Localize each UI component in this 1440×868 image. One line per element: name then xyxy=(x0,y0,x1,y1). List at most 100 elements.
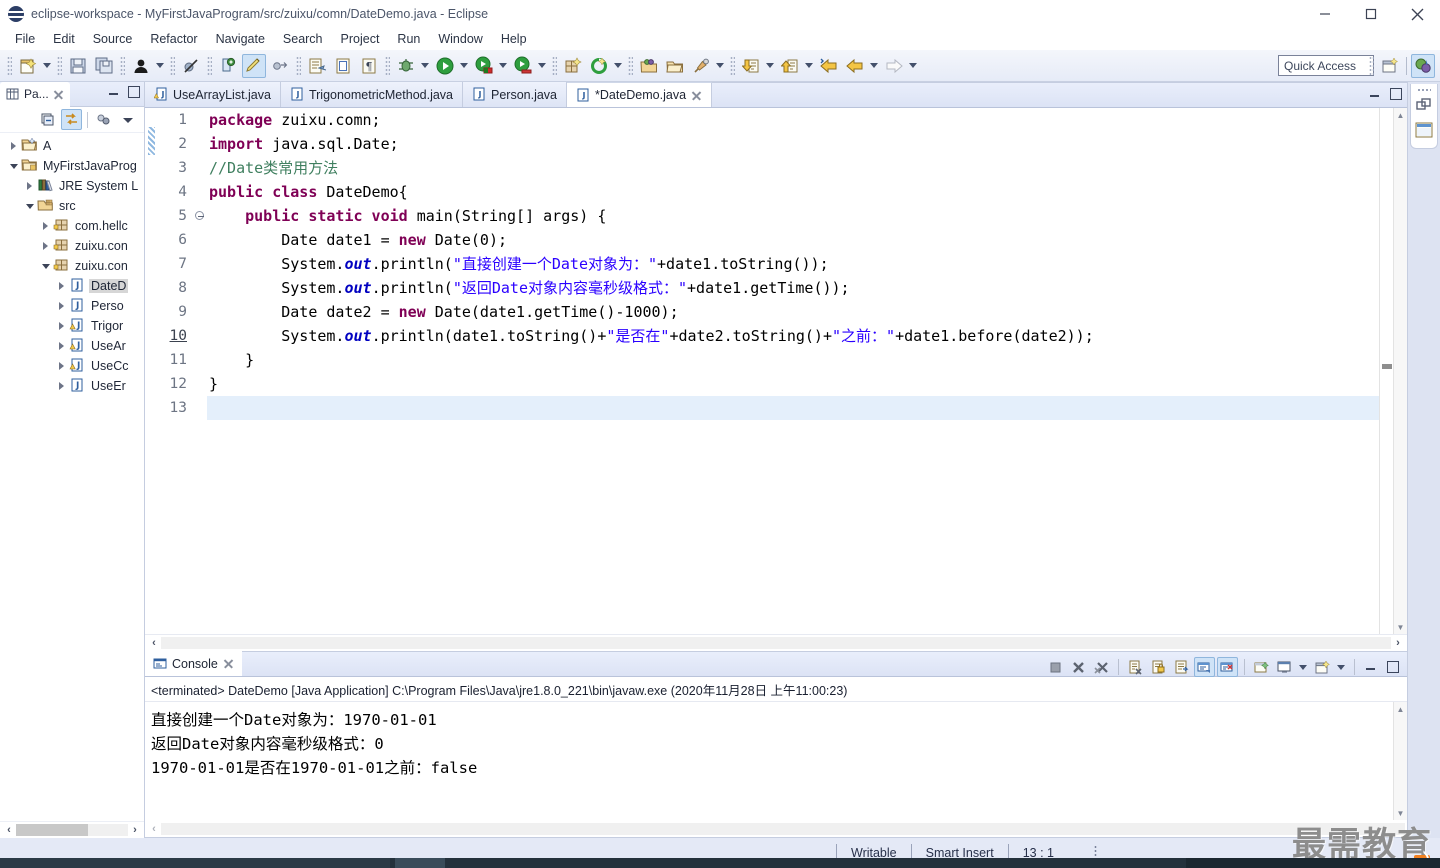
menu-window[interactable]: Window xyxy=(429,30,491,48)
new-package-icon[interactable] xyxy=(561,54,585,78)
tree-item-zuixu-con-2[interactable]: zuixu.con xyxy=(0,256,144,276)
tree-item-myfirstjavaprogram[interactable]: MyFirstJavaProg xyxy=(0,156,144,176)
scroll-track[interactable] xyxy=(161,822,1405,835)
chevron-right-icon[interactable] xyxy=(54,322,69,330)
pin-dropdown[interactable] xyxy=(714,54,726,78)
scroll-up-icon[interactable]: ▲ xyxy=(1394,702,1407,716)
display-console-dropdown[interactable] xyxy=(1297,655,1309,679)
minimize-button[interactable] xyxy=(1302,0,1348,28)
maximize-icon[interactable] xyxy=(128,86,140,98)
remove-launch-icon[interactable] xyxy=(1068,657,1089,677)
close-button[interactable] xyxy=(1394,0,1440,28)
chevron-right-icon[interactable] xyxy=(54,282,69,290)
pin-console-icon[interactable] xyxy=(1251,657,1272,677)
new-wizard-dropdown[interactable] xyxy=(41,54,53,78)
menu-search[interactable]: Search xyxy=(274,30,332,48)
close-icon[interactable] xyxy=(53,89,64,100)
save-all-icon[interactable] xyxy=(92,54,116,78)
new-class-icon[interactable] xyxy=(216,54,240,78)
chevron-right-icon[interactable] xyxy=(54,342,69,350)
close-icon[interactable] xyxy=(691,90,702,101)
minimize-icon[interactable] xyxy=(1365,661,1377,673)
console-vertical-scrollbar[interactable]: ▲ ▼ xyxy=(1393,702,1407,820)
forward-icon[interactable] xyxy=(882,54,906,78)
tree-item-jre-system-library[interactable]: JRE System L xyxy=(0,176,144,196)
scroll-up-icon[interactable]: ▲ xyxy=(1394,108,1407,122)
menu-refactor[interactable]: Refactor xyxy=(141,30,206,48)
console-output-area[interactable]: 直接创建一个Date对象为：1970-01-01 返回Date对象内容毫秒级格式：… xyxy=(145,702,1407,820)
chevron-right-icon[interactable] xyxy=(22,182,37,190)
folding-gutter[interactable] xyxy=(193,108,207,634)
scroll-right-icon[interactable]: › xyxy=(1391,637,1405,649)
tree-item-src[interactable]: src xyxy=(0,196,144,216)
view-menu-packages-icon[interactable] xyxy=(93,109,114,130)
next-annotation-icon[interactable] xyxy=(739,54,763,78)
coverage-icon[interactable] xyxy=(511,54,535,78)
remove-all-launches-icon[interactable] xyxy=(1091,657,1112,677)
link-icon[interactable] xyxy=(268,54,292,78)
tree-item-usecollection[interactable]: J UseCc xyxy=(0,356,144,376)
new-wizard-icon[interactable] xyxy=(16,54,40,78)
previous-annotation-icon[interactable] xyxy=(778,54,802,78)
previous-annotation-dropdown[interactable] xyxy=(803,54,815,78)
tree-item-person[interactable]: J Perso xyxy=(0,296,144,316)
editor-tab-trigonometricmethod[interactable]: J TrigonometricMethod.java xyxy=(280,82,463,107)
show-console-on-error-icon[interactable] xyxy=(1217,657,1238,677)
open-perspective-icon[interactable] xyxy=(1378,54,1402,78)
overview-ruler[interactable] xyxy=(1379,108,1393,634)
maximize-icon[interactable] xyxy=(1390,88,1402,100)
menu-edit[interactable]: Edit xyxy=(44,30,84,48)
back-history-icon[interactable] xyxy=(843,54,867,78)
debug-icon[interactable] xyxy=(394,54,418,78)
maximize-button[interactable] xyxy=(1348,0,1394,28)
tree-item-useenum[interactable]: J UseEr xyxy=(0,376,144,396)
run-last-icon[interactable] xyxy=(472,54,496,78)
refresh-icon[interactable] xyxy=(587,54,611,78)
user-dropdown[interactable] xyxy=(154,54,166,78)
editor-tab-person[interactable]: J Person.java xyxy=(463,82,568,107)
editor-tab-usearraylist[interactable]: J UseArrayList.java xyxy=(145,82,281,107)
back-history-dropdown[interactable] xyxy=(868,54,880,78)
menu-project[interactable]: Project xyxy=(332,30,389,48)
save-icon[interactable] xyxy=(66,54,90,78)
chevron-down-icon[interactable] xyxy=(38,263,53,269)
editor-vertical-scrollbar[interactable]: ▲ ▼ xyxy=(1393,108,1407,634)
paragraph-icon[interactable]: ¶ xyxy=(357,54,381,78)
tab-package-explorer[interactable]: Pa... xyxy=(0,81,70,107)
quick-access-input[interactable]: Quick Access xyxy=(1278,55,1374,76)
skip-breakpoints-icon[interactable] xyxy=(179,54,203,78)
menu-file[interactable]: File xyxy=(6,30,44,48)
refresh-dropdown[interactable] xyxy=(612,54,624,78)
marker-gutter[interactable] xyxy=(145,108,161,634)
tree-item-trigonometricmethod[interactable]: J Trigor xyxy=(0,316,144,336)
tree-item-zuixu-con-1[interactable]: zuixu.con xyxy=(0,236,144,256)
scroll-thumb[interactable] xyxy=(16,824,88,836)
explorer-horizontal-scrollbar[interactable]: ‹ › xyxy=(0,821,144,838)
close-icon[interactable] xyxy=(223,658,234,669)
scroll-left-icon[interactable]: ‹ xyxy=(2,824,16,836)
coverage-dropdown[interactable] xyxy=(536,54,548,78)
pin-icon[interactable] xyxy=(689,54,713,78)
run-last-dropdown[interactable] xyxy=(497,54,509,78)
display-selected-console-icon[interactable] xyxy=(1274,657,1295,677)
open-folder-icon[interactable] xyxy=(637,54,661,78)
chevron-right-icon[interactable] xyxy=(6,142,21,150)
fold-toggle-icon[interactable] xyxy=(195,211,204,220)
minimize-icon[interactable] xyxy=(1369,88,1381,100)
clear-console-icon[interactable] xyxy=(1125,657,1146,677)
next-annotation-dropdown[interactable] xyxy=(764,54,776,78)
chevron-right-icon[interactable] xyxy=(38,222,53,230)
scroll-track[interactable] xyxy=(16,824,128,836)
scroll-left-icon[interactable]: ‹ xyxy=(147,637,161,649)
external-tools-icon[interactable] xyxy=(305,54,329,78)
debug-dropdown[interactable] xyxy=(419,54,431,78)
scroll-down-icon[interactable]: ▼ xyxy=(1394,620,1407,634)
tree-item-usearraylist[interactable]: J UseAr xyxy=(0,336,144,356)
print-icon[interactable] xyxy=(331,54,355,78)
restore-perspective-icon[interactable] xyxy=(1416,98,1432,115)
java-perspective-icon[interactable] xyxy=(1411,54,1435,78)
folder-icon[interactable] xyxy=(663,54,687,78)
editor-horizontal-scrollbar[interactable]: ‹ › xyxy=(145,634,1407,651)
menu-help[interactable]: Help xyxy=(492,30,536,48)
minimize-icon[interactable] xyxy=(108,86,120,98)
